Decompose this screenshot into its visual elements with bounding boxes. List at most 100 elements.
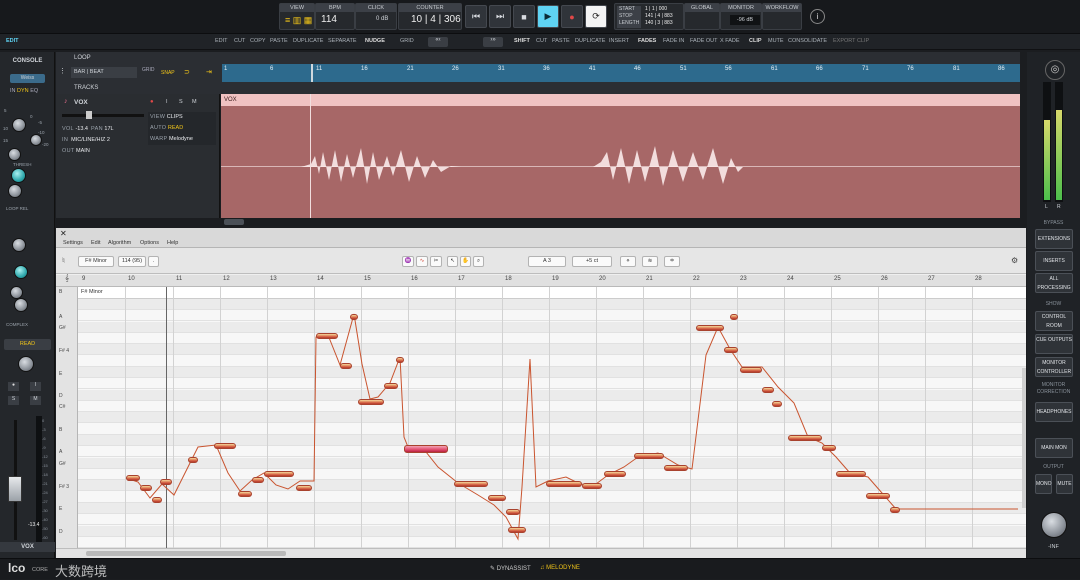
bpm-box[interactable]: BPM 114 bbox=[315, 3, 355, 30]
note-blob[interactable] bbox=[762, 387, 774, 393]
track-view-select[interactable]: CLIPS bbox=[167, 114, 183, 120]
attack-knob[interactable] bbox=[8, 184, 22, 198]
note-blob[interactable] bbox=[604, 471, 626, 477]
note-blob[interactable] bbox=[126, 475, 140, 481]
note-blob[interactable] bbox=[836, 471, 866, 477]
note-blob[interactable] bbox=[316, 333, 338, 339]
forward-button[interactable]: ⏭ bbox=[489, 5, 511, 28]
inserts-button[interactable]: INSERTS bbox=[1035, 251, 1073, 271]
pan-knob[interactable] bbox=[18, 356, 34, 372]
zoom-tool-icon[interactable]: ⌕ bbox=[473, 256, 484, 267]
grid-button[interactable]: GRID bbox=[142, 67, 155, 73]
arrange-scroll-thumb[interactable] bbox=[224, 219, 244, 225]
note-blob[interactable] bbox=[822, 445, 836, 451]
track-record-icon[interactable]: ● bbox=[150, 99, 154, 105]
pitch-note-field[interactable]: A 3 bbox=[528, 256, 566, 267]
input-button[interactable]: I bbox=[30, 382, 41, 391]
note-blob[interactable] bbox=[160, 479, 172, 485]
melodyne-hscroll-thumb[interactable] bbox=[86, 551, 286, 556]
note-blob[interactable] bbox=[252, 477, 264, 483]
note-blob[interactable] bbox=[696, 325, 724, 331]
export-clip-button[interactable]: EXPORT CLIP bbox=[833, 38, 869, 44]
note-blob[interactable] bbox=[772, 401, 782, 407]
track-output-select[interactable]: MAIN bbox=[76, 148, 90, 154]
rewind-button[interactable]: ⏮ bbox=[465, 5, 487, 28]
vox-track-header[interactable]: ♪ VOX ● I S M VOL -13.4 PAN 17L IN MIC/L… bbox=[56, 94, 220, 218]
nudge-right-icon[interactable]: ›» bbox=[483, 37, 503, 47]
track-pan-value[interactable]: 17L bbox=[104, 126, 113, 132]
note-blob[interactable] bbox=[188, 457, 198, 463]
note-blob[interactable] bbox=[488, 495, 506, 501]
tempo-field[interactable]: 114 (95) bbox=[118, 256, 146, 267]
x-fade-button[interactable]: X FADE bbox=[720, 38, 740, 44]
melodyne-settings-icon[interactable]: ⚙ bbox=[1011, 256, 1018, 265]
output-knob[interactable] bbox=[1041, 512, 1067, 538]
track-volume-slider[interactable] bbox=[62, 114, 144, 117]
menu-edit[interactable]: Edit bbox=[91, 240, 100, 246]
solo-button[interactable]: S bbox=[8, 396, 19, 405]
cue-outputs-button[interactable]: CUE OUTPUTS bbox=[1035, 334, 1073, 354]
note-blob[interactable] bbox=[296, 485, 312, 491]
note-blob[interactable] bbox=[340, 363, 352, 369]
dyn-button[interactable]: DYN bbox=[17, 88, 29, 94]
record-button[interactable]: ● bbox=[561, 5, 583, 28]
track-name[interactable]: VOX bbox=[74, 99, 88, 106]
note-blob[interactable] bbox=[664, 465, 688, 471]
pitch-drift-icon[interactable]: ≋ bbox=[642, 256, 658, 267]
track-input-select[interactable]: MIC/LINE/HIZ 2 bbox=[71, 137, 110, 143]
gain-knob[interactable] bbox=[12, 118, 26, 132]
note-blob[interactable] bbox=[866, 493, 890, 499]
loop-header[interactable]: LOOP bbox=[56, 52, 1020, 64]
track-auto-select[interactable]: READ bbox=[168, 125, 183, 131]
scale-select[interactable]: F# Minor bbox=[78, 256, 114, 267]
menu-dots-icon[interactable]: ⋮ bbox=[59, 67, 66, 75]
tool-pitch-icon[interactable]: ♒ bbox=[402, 256, 414, 267]
pitch-keyboard[interactable]: B A G# F# 4 E D C# B A G# F# 3 E D bbox=[56, 287, 78, 558]
shift-duplicate-button[interactable]: DUPLICATE bbox=[575, 38, 605, 44]
automation-read-button[interactable]: READ bbox=[4, 339, 51, 350]
eq-button[interactable]: EQ bbox=[30, 88, 38, 94]
shift-paste-button[interactable]: PASTE bbox=[552, 38, 570, 44]
link-icon[interactable]: ⊃ bbox=[184, 68, 190, 76]
note-blob[interactable] bbox=[546, 481, 582, 487]
play-button[interactable]: ▶ bbox=[537, 5, 559, 28]
insert-button[interactable]: INSERT bbox=[609, 38, 629, 44]
ratio-knob[interactable] bbox=[8, 148, 21, 161]
shift-cut-button[interactable]: CUT bbox=[536, 38, 547, 44]
note-blob[interactable] bbox=[634, 453, 664, 459]
record-arm-button[interactable]: ● bbox=[8, 382, 19, 391]
note-blob[interactable] bbox=[730, 314, 738, 320]
melodyne-tab[interactable]: ♫ MELODYNE bbox=[540, 565, 580, 571]
mono-button[interactable]: MONO bbox=[1035, 474, 1052, 494]
all-processing-button[interactable]: ALL PROCESSING bbox=[1035, 273, 1073, 293]
vertical-scrollbar[interactable] bbox=[1022, 368, 1026, 508]
extensions-button[interactable]: EXTENSIONS bbox=[1035, 229, 1073, 249]
output-mute-button[interactable]: MUTE bbox=[1056, 474, 1073, 494]
thresh-knob[interactable] bbox=[30, 134, 42, 146]
tune-fork-icon[interactable]: ♮ bbox=[62, 256, 65, 265]
fade-out-button[interactable]: FADE OUT bbox=[690, 38, 718, 44]
note-blob[interactable] bbox=[350, 314, 358, 320]
monitor-controller-button[interactable]: MONITOR CONTROLLER bbox=[1035, 357, 1073, 377]
tool-amp-icon[interactable]: ✂ bbox=[430, 256, 442, 267]
separate-button[interactable]: SEPARATE bbox=[328, 38, 357, 44]
melodyne-hscroll[interactable] bbox=[56, 548, 1026, 558]
pointer-tool-icon[interactable]: ↖ bbox=[447, 256, 458, 267]
menu-options[interactable]: Options bbox=[140, 240, 159, 246]
click-box[interactable]: CLICK 0 dB bbox=[355, 3, 397, 30]
tool-time-icon[interactable]: ∿ bbox=[416, 256, 428, 267]
note-blob[interactable] bbox=[788, 435, 822, 441]
mute-button[interactable]: MUTE bbox=[768, 38, 784, 44]
duplicate-button[interactable]: DUPLICATE bbox=[293, 38, 323, 44]
vox-clip[interactable]: VOX bbox=[221, 94, 1020, 218]
in-button[interactable]: IN bbox=[10, 88, 16, 94]
eq-freq-knob[interactable] bbox=[14, 265, 28, 279]
stop-button[interactable]: ■ bbox=[513, 5, 535, 28]
note-blob[interactable] bbox=[384, 383, 398, 389]
track-warp-select[interactable]: Melodyne bbox=[169, 136, 193, 142]
hand-tool-icon[interactable]: ✋ bbox=[460, 256, 471, 267]
consolidate-button[interactable]: CONSOLIDATE bbox=[788, 38, 827, 44]
playhead[interactable] bbox=[311, 64, 313, 82]
locator-box[interactable]: START STOP LENGTH 1 | 1 | 000 141 | 4 | … bbox=[614, 3, 684, 30]
edit-menu-button[interactable]: EDIT bbox=[6, 38, 19, 44]
